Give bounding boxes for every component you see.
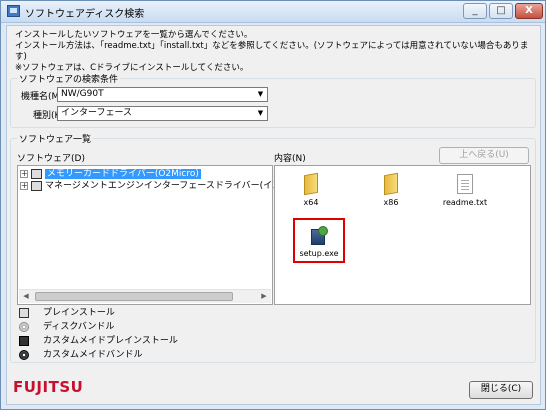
custom-preinstall-icon [19,335,29,346]
file-item[interactable]: x64 [284,174,338,207]
app-icon [7,5,20,17]
file-name: x64 [303,198,319,207]
chevron-down-icon[interactable]: ▼ [255,108,266,119]
tree-item-label: マネージメントエンジンインターフェースドライバー(インテル(R [45,181,309,191]
legend-item-disc-bundle: ディスクバンドル [19,321,114,333]
file-name: readme.txt [442,198,488,207]
setup-icon [309,226,329,246]
model-select[interactable]: NW/G90T ▼ [57,87,268,102]
search-conditions-group: ソフトウェアの検索条件 機種名(M) NW/G90T ▼ 種別(K) インターフ… [10,72,536,128]
file-item[interactable]: readme.txt [438,174,492,207]
legend-item-custom-preinstall: カスタムメイドプレインストール [19,335,178,347]
maximize-button[interactable]: □ [489,3,513,19]
software-label: ソフトウェア(D) [17,154,85,164]
expand-icon[interactable]: + [20,181,28,190]
folder-icon [380,174,402,194]
contents-label: 内容(N) [274,154,306,164]
brand-logo: FUJITSU [13,378,84,396]
tree-item[interactable]: + マネージメントエンジンインターフェースドライバー(インテル(R [20,180,309,192]
type-select-value: インターフェース [61,108,133,118]
disc-bundle-icon [19,321,29,332]
type-select[interactable]: インターフェース ▼ [57,106,268,121]
window-title: ソフトウェアディスク検索 [25,9,145,20]
preinstall-icon [31,168,42,179]
expand-icon[interactable]: + [20,169,28,178]
contents-panel[interactable]: x64 x86 readme.txt setup.exe [274,165,531,305]
file-name: x86 [383,198,399,207]
client-area: インストールしたいソフトウェアを一覧から選んでください。 インストール方法は、「… [6,25,541,405]
up-button[interactable]: 上へ戻る(U) [439,147,529,164]
preinstall-icon [31,180,42,191]
legend-item-custom-bundle: カスタムメイドバンドル [19,349,142,361]
scroll-left-icon[interactable]: ◀ [19,290,33,303]
scrollbar-thumb[interactable] [35,292,233,301]
preinstall-icon [19,307,29,318]
text-file-icon [457,174,473,194]
main-window: ソフトウェアディスク検索 _ □ X インストールしたいソフトウェアを一覧から選… [0,0,546,410]
tree-item-label: メモリーカードドライバー(O2Micro) [45,169,201,179]
close-window-button[interactable]: X [515,3,543,19]
intro-line-2: インストール方法は、「readme.txt」「install.txt」などを参照… [15,41,529,62]
tree-horizontal-scrollbar[interactable]: ◀ ▶ [19,289,271,303]
file-item[interactable]: x86 [364,174,418,207]
software-list-legend: ソフトウェア一覧 [17,132,94,145]
close-button[interactable]: 閉じる(C) [469,381,533,399]
scroll-right-icon[interactable]: ▶ [257,290,271,303]
software-tree[interactable]: + メモリーカードドライバー(O2Micro) + マネージメントエンジンインターフ… [17,165,309,305]
intro-text: インストールしたいソフトウェアを一覧から選んでください。 インストール方法は、「… [15,30,540,74]
file-item[interactable]: setup.exe [292,226,346,258]
custom-bundle-icon [19,349,29,360]
legend-item-preinstall: プレインストール [19,307,115,319]
folder-icon [300,174,322,194]
title-bar: ソフトウェアディスク検索 _ □ X [1,1,545,23]
file-name: setup.exe [299,249,339,258]
minimize-button[interactable]: _ [463,3,487,19]
chevron-down-icon[interactable]: ▼ [255,89,266,100]
search-conditions-legend: ソフトウェアの検索条件 [17,72,121,85]
model-select-value: NW/G90T [61,89,104,99]
intro-line-1: インストールしたいソフトウェアを一覧から選んでください。 [15,30,253,40]
tree-item[interactable]: + メモリーカードドライバー(O2Micro) [20,168,201,180]
